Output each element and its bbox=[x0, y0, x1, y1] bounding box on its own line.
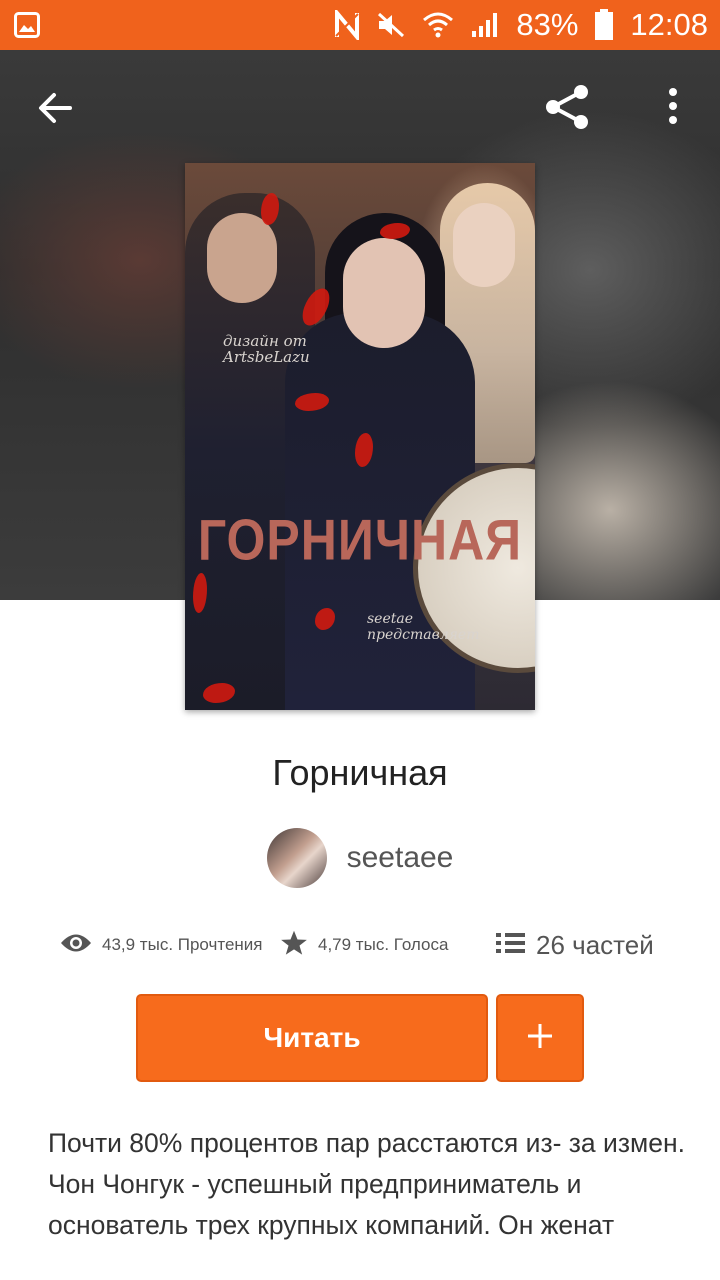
cover-credit-bottom: seetae представляет bbox=[367, 611, 480, 643]
description-line: Почти 80% процентов пар расстаются из- з… bbox=[48, 1128, 685, 1158]
more-options-icon[interactable] bbox=[660, 84, 686, 130]
stats-row: 43,9 тыс. Прочтения 4,79 тыс. Голоса 26 … bbox=[0, 922, 720, 968]
share-icon[interactable] bbox=[542, 82, 592, 132]
votes-stat: 4,79 тыс. Голоса bbox=[280, 922, 448, 968]
story-cover[interactable]: дизайн от ArtsbeLazu ГОРНИЧНАЯ seetae пр… bbox=[185, 163, 535, 710]
list-icon bbox=[496, 931, 526, 960]
add-to-library-button[interactable] bbox=[496, 994, 584, 1082]
nfc-icon bbox=[334, 10, 360, 40]
parts-stat[interactable]: 26 частей bbox=[496, 922, 654, 968]
status-bar: 83% 12:08 bbox=[0, 0, 720, 50]
reads-count: 43,9 тыс. Прочтения bbox=[102, 935, 263, 954]
votes-count: 4,79 тыс. Голоса bbox=[318, 935, 449, 954]
story-title: Горничная bbox=[272, 752, 448, 793]
mute-icon bbox=[376, 11, 406, 39]
battery-icon bbox=[594, 9, 614, 41]
description-line: Чон Чонгук - успешный предприниматель и … bbox=[48, 1169, 615, 1240]
author-avatar[interactable] bbox=[266, 828, 327, 888]
read-button[interactable]: Читать bbox=[136, 994, 488, 1082]
cover-title: ГОРНИЧНАЯ bbox=[197, 507, 523, 573]
eye-icon bbox=[60, 932, 92, 959]
reads-stat: 43,9 тыс. Прочтения bbox=[60, 922, 263, 968]
back-arrow-icon[interactable] bbox=[34, 86, 78, 130]
story-description: Почти 80% процентов пар расстаются из- з… bbox=[48, 1123, 688, 1246]
wifi-icon bbox=[422, 10, 454, 40]
signal-icon bbox=[470, 11, 500, 39]
plus-icon bbox=[526, 1022, 554, 1055]
star-icon bbox=[280, 929, 308, 962]
cover-credit-top: дизайн от ArtsbeLazu bbox=[223, 332, 310, 366]
author-row[interactable]: seetaee bbox=[0, 828, 720, 888]
parts-count[interactable]: 26 частей bbox=[536, 930, 654, 961]
clock: 12:08 bbox=[630, 7, 708, 42]
battery-percent: 83% bbox=[516, 7, 579, 42]
author-name[interactable]: seetaee bbox=[347, 841, 454, 875]
gallery-notification-icon bbox=[14, 12, 40, 43]
